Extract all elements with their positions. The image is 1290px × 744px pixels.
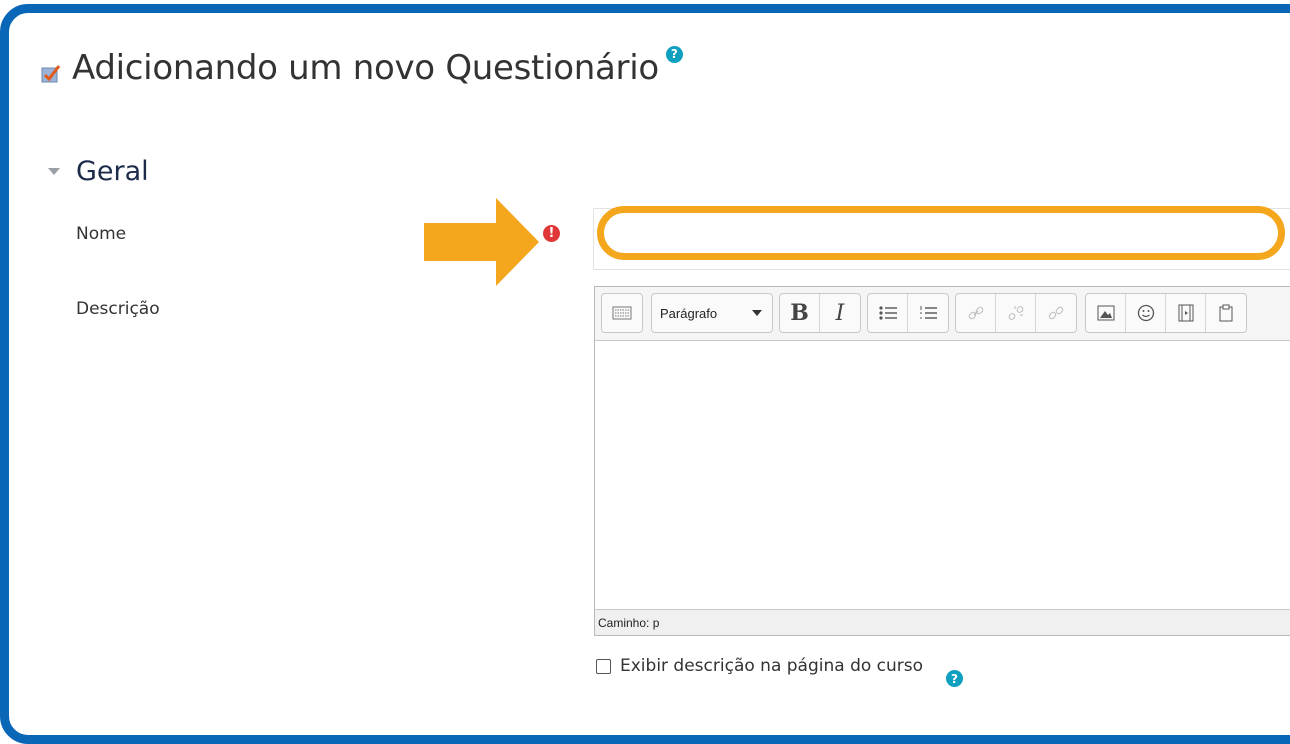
film-icon: [1178, 304, 1193, 322]
section-title[interactable]: Geral: [76, 156, 149, 187]
description-editor: Parágrafo B I Caminho: p: [594, 286, 1290, 636]
link-button[interactable]: [956, 294, 996, 332]
toolbar-group-toggle: [601, 293, 643, 333]
required-icon: !: [543, 225, 560, 242]
page-header: Adicionando um novo Questionário ?: [40, 40, 683, 96]
collapse-caret-icon[interactable]: [48, 168, 60, 175]
unlink-icon: [1008, 306, 1023, 320]
show-description-label: Exibir descrição na página do curso: [620, 656, 924, 676]
clipboard-icon: [1219, 304, 1233, 322]
keyboard-icon: [612, 306, 632, 320]
toolbar-group-style: B I: [779, 293, 861, 333]
show-description-checkbox[interactable]: [596, 658, 611, 674]
paragraph-select-value: Parágrafo: [660, 305, 718, 321]
ordered-list-button[interactable]: [908, 294, 948, 332]
manage-files-button[interactable]: [1206, 294, 1246, 332]
toolbar-group-media: [1085, 293, 1247, 333]
anchor-link-icon: [1048, 306, 1064, 320]
unlink-button[interactable]: [996, 294, 1036, 332]
name-label: Nome: [76, 224, 127, 244]
insert-emoticon-button[interactable]: [1126, 294, 1166, 332]
page-title: Adicionando um novo Questionário: [72, 48, 659, 88]
editor-path-bar: Caminho: p: [595, 609, 1290, 635]
anchor-button[interactable]: [1036, 294, 1076, 332]
toolbar-group-lists: [867, 293, 949, 333]
bold-icon: B: [790, 300, 809, 326]
section-header-geral[interactable]: Geral: [48, 156, 149, 187]
bold-button[interactable]: B: [780, 294, 820, 332]
paragraph-select[interactable]: Parágrafo: [651, 293, 773, 333]
toolbar-toggle-button[interactable]: [602, 294, 642, 332]
quiz-icon: [41, 65, 61, 83]
editor-content-area[interactable]: [595, 341, 1290, 609]
unordered-list-icon: [878, 306, 897, 320]
show-description-option[interactable]: Exibir descrição na página do curso: [596, 656, 923, 676]
toolbar-group-links: [955, 293, 1077, 333]
arrow-pointer-icon: [424, 198, 539, 286]
link-icon: [968, 306, 983, 320]
description-label: Descrição: [76, 299, 160, 319]
ordered-list-icon: [920, 306, 937, 319]
smiley-icon: [1137, 304, 1154, 322]
help-icon[interactable]: ?: [665, 45, 683, 63]
insert-media-button[interactable]: [1166, 294, 1206, 332]
editor-toolbar: Parágrafo B I: [595, 287, 1290, 341]
italic-button[interactable]: I: [820, 294, 860, 332]
italic-icon: I: [835, 300, 845, 326]
image-icon: [1097, 305, 1114, 321]
unordered-list-button[interactable]: [868, 294, 908, 332]
insert-image-button[interactable]: [1086, 294, 1126, 332]
chevron-down-icon: [752, 310, 762, 316]
name-input[interactable]: [597, 206, 1285, 260]
help-icon[interactable]: ?: [946, 670, 963, 687]
